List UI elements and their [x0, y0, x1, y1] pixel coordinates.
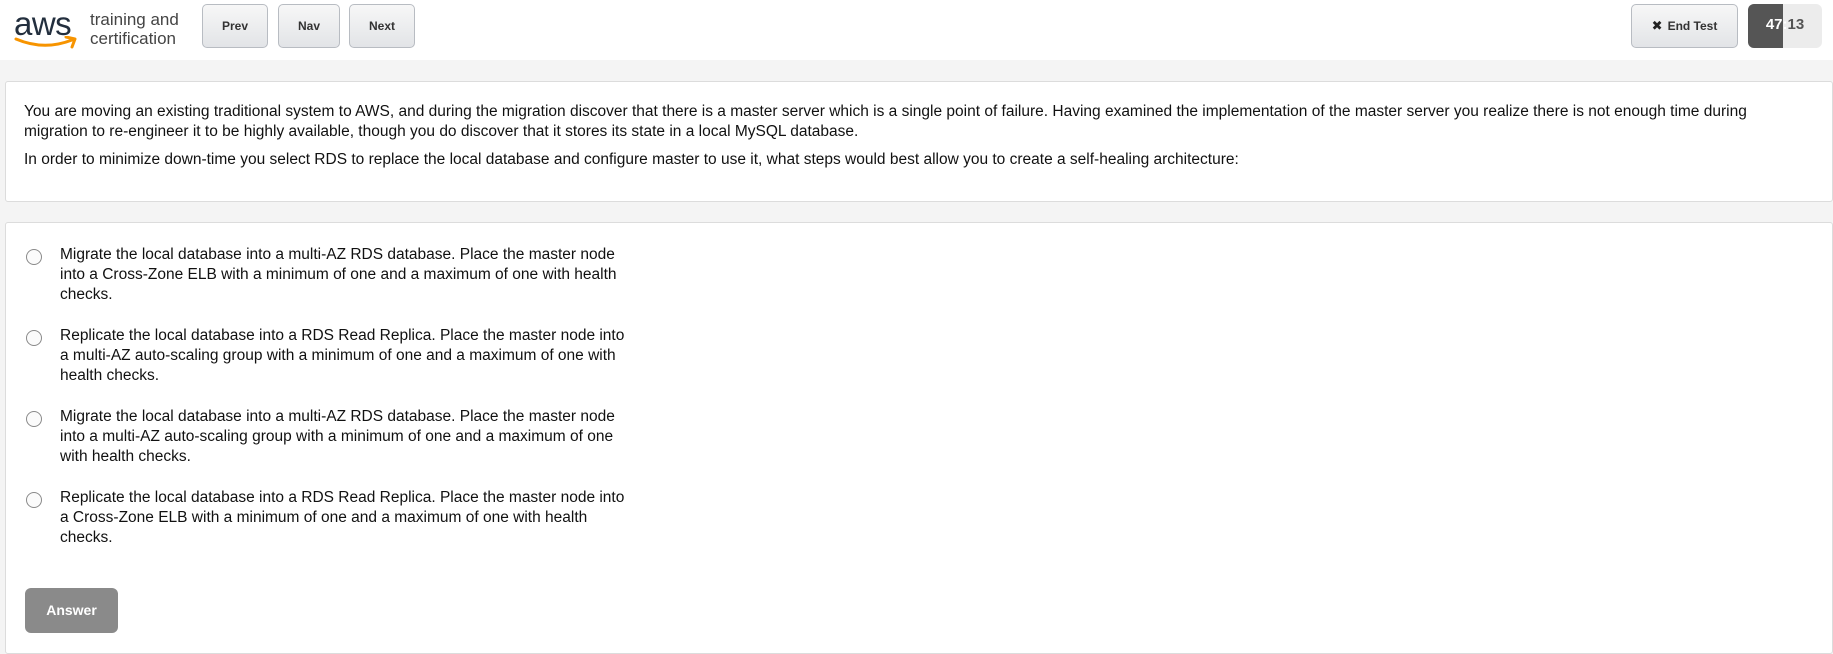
logo-line-1: training and	[90, 10, 179, 29]
radio-button[interactable]	[26, 492, 42, 508]
timer-readout: 47:13	[1748, 4, 1822, 48]
question-paragraph-2: In order to minimize down-time you selec…	[24, 151, 1239, 168]
close-icon: ✖	[1651, 18, 1663, 33]
question-panel: You are moving an existing traditional s…	[5, 81, 1833, 202]
answer-button[interactable]: Answer	[25, 588, 118, 633]
logo-line-2: certification	[90, 29, 176, 48]
option-text: Replicate the local database into a RDS …	[60, 489, 625, 546]
next-button[interactable]: Next	[349, 4, 415, 48]
option-text: Migrate the local database into a multi-…	[60, 246, 617, 303]
end-test-label: End Test	[1667, 19, 1718, 33]
answers-panel: Migrate the local database into a multi-…	[5, 222, 1833, 654]
prev-button[interactable]: Prev	[202, 4, 268, 48]
question-paragraph-1: You are moving an existing traditional s…	[24, 103, 1747, 140]
timer-seconds: 13	[1787, 16, 1805, 33]
smile-arrow-icon	[14, 36, 77, 49]
option-text: Replicate the local database into a RDS …	[60, 327, 625, 384]
countdown-timer: 47:13	[1748, 4, 1822, 48]
logo-subtitle: training and certification	[90, 10, 179, 48]
radio-button[interactable]	[26, 249, 42, 265]
aws-training-logo: aws training and certification	[14, 6, 184, 54]
option-text: Migrate the local database into a multi-…	[60, 408, 615, 465]
timer-minutes: 47	[1765, 16, 1783, 33]
nav-button[interactable]: Nav	[278, 4, 340, 48]
header-bar: aws training and certification Prev Nav …	[0, 0, 1833, 60]
radio-button[interactable]	[26, 330, 42, 346]
end-test-button[interactable]: ✖ End Test	[1631, 4, 1738, 48]
radio-button[interactable]	[26, 411, 42, 427]
